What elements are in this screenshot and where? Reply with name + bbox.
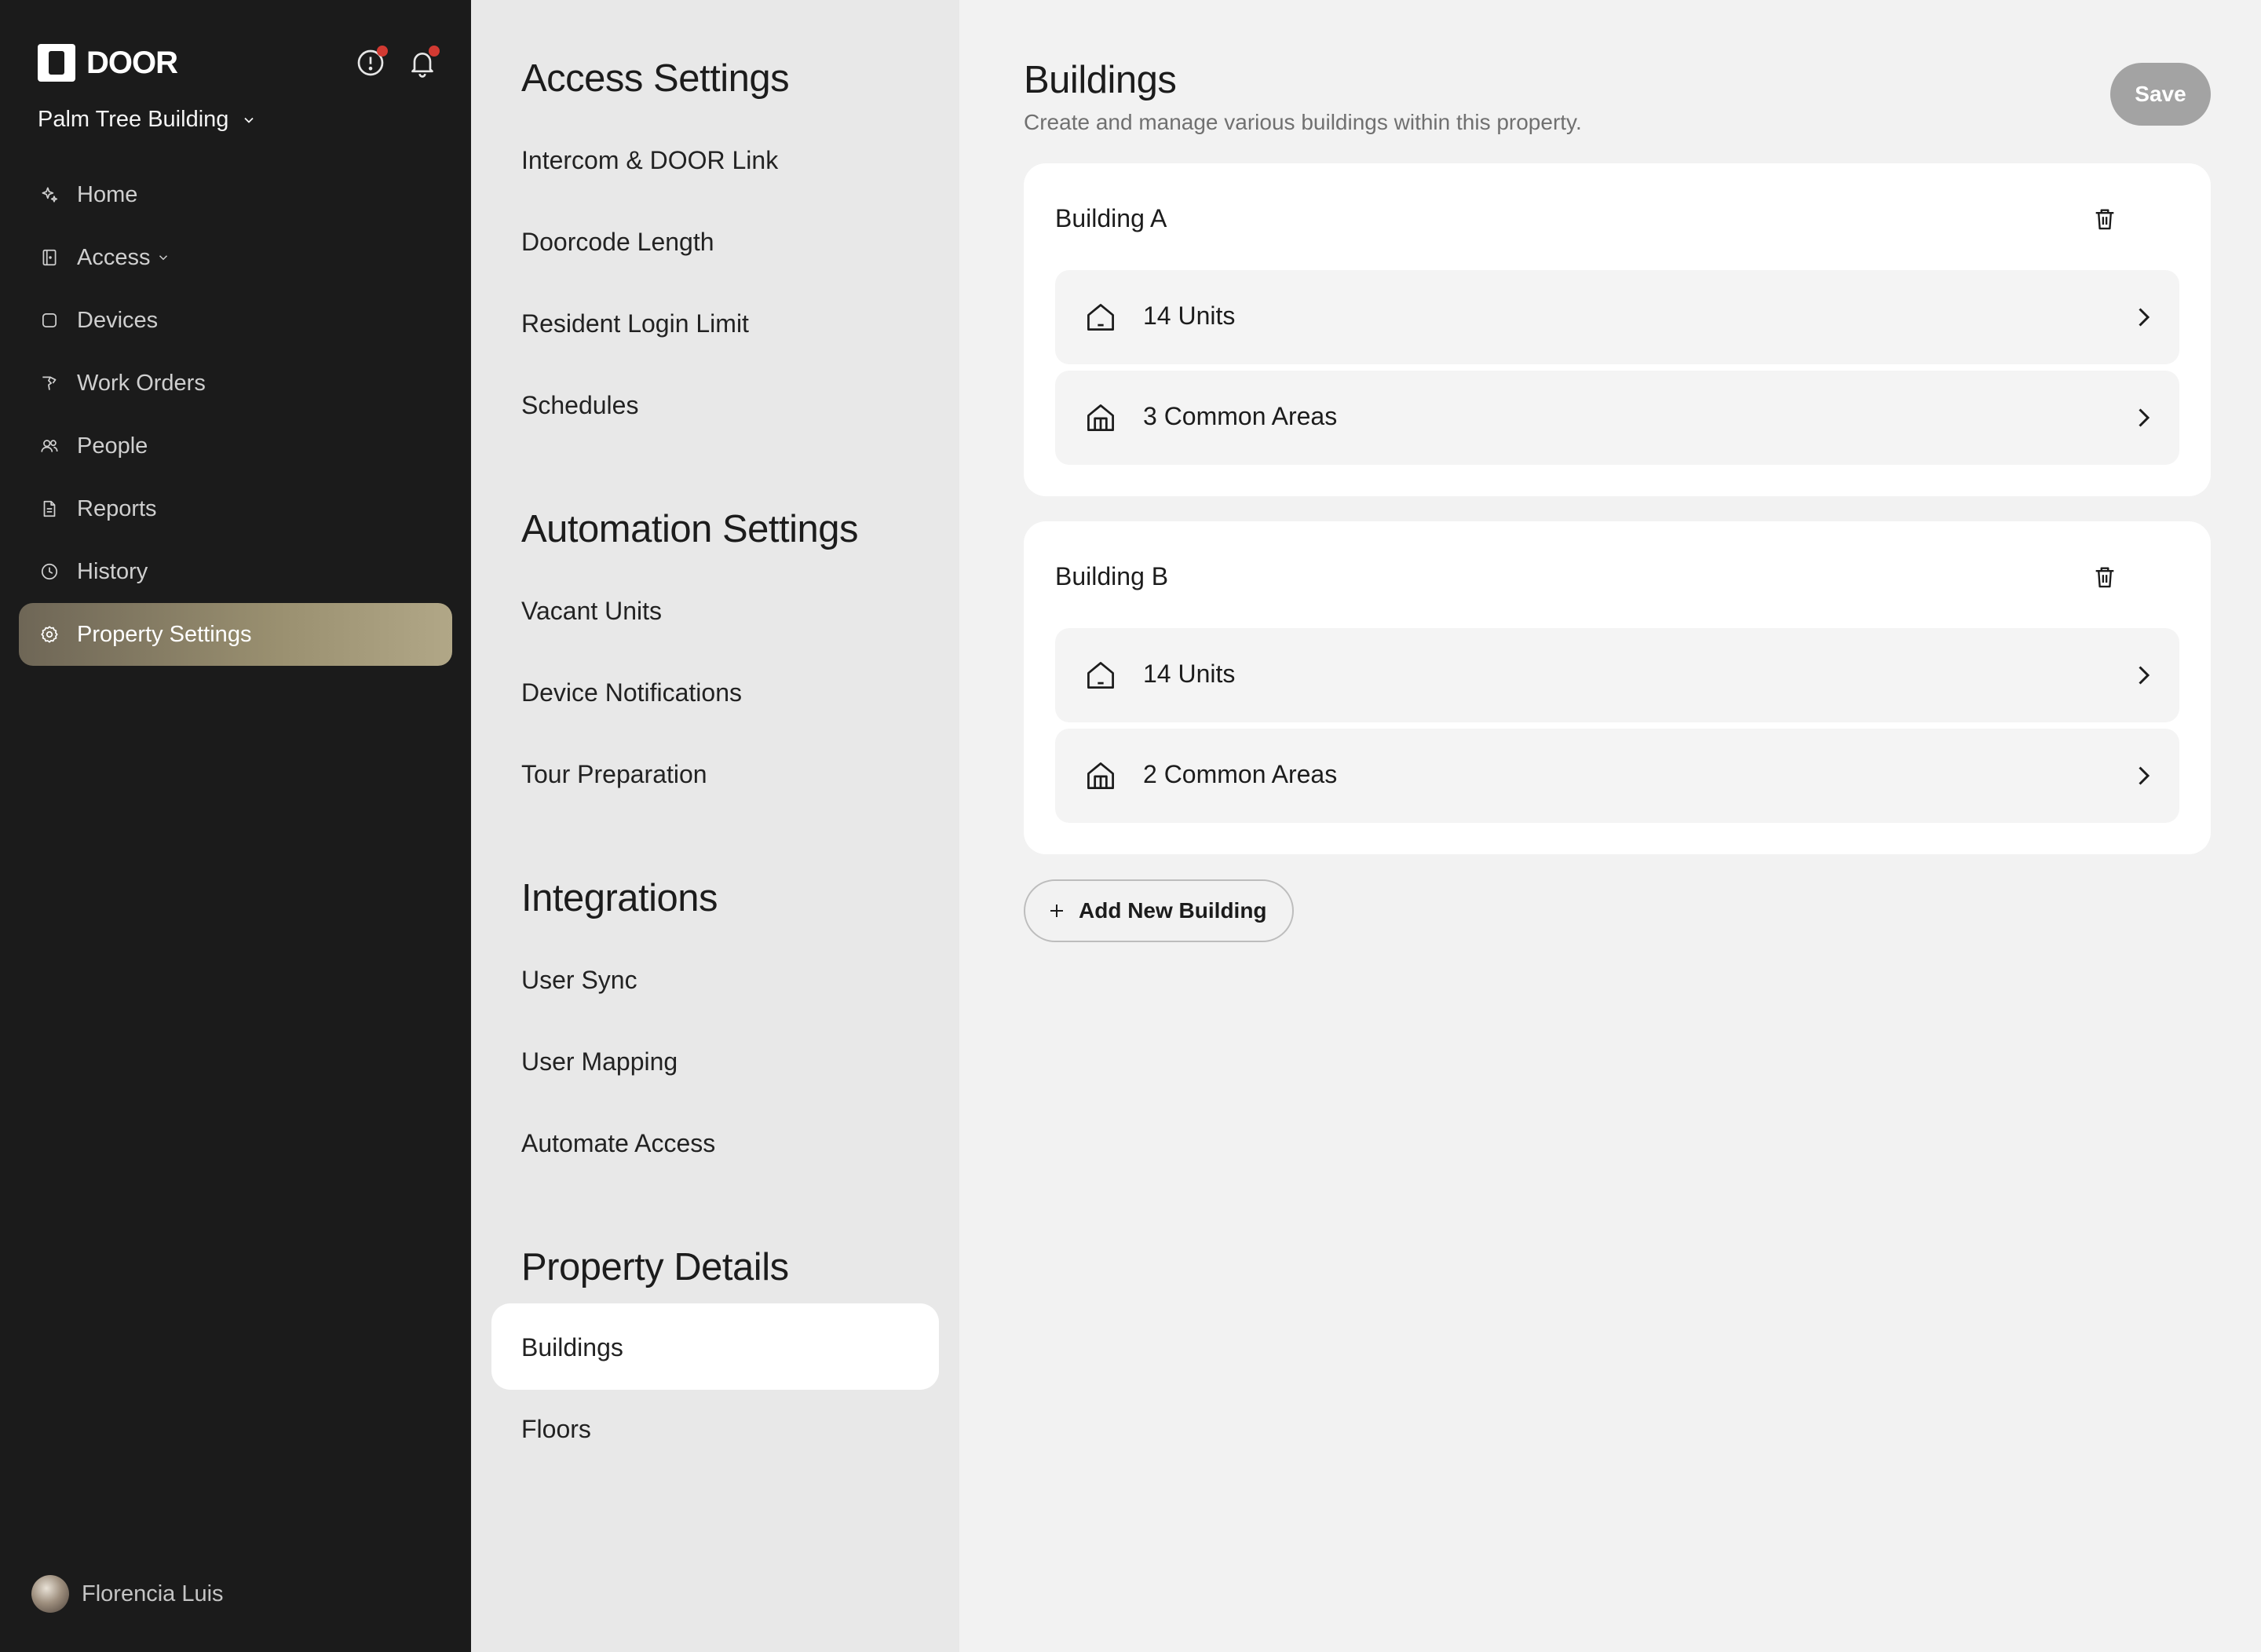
- settings-link-user-mapping[interactable]: User Mapping: [521, 1047, 678, 1076]
- nav-label: Work Orders: [77, 370, 206, 396]
- nav-item-property-settings[interactable]: Property Settings: [19, 603, 452, 666]
- building-card: Building A 14 Units 3 Common Areas: [1024, 163, 2211, 496]
- nav-item-devices[interactable]: Devices: [19, 289, 452, 352]
- settings-nav: Access Settings Intercom & DOOR Link Doo…: [471, 0, 959, 1652]
- row-label: 14 Units: [1143, 660, 1236, 688]
- settings-link-device-notifications[interactable]: Device Notifications: [521, 678, 742, 707]
- notification-dot: [429, 46, 440, 57]
- plus-icon: [1050, 905, 1063, 917]
- clock-icon: [39, 561, 60, 582]
- sidebar: DOOR Palm Tree Building Home Access Devi…: [0, 0, 471, 1652]
- settings-link-user-sync[interactable]: User Sync: [521, 966, 637, 995]
- avatar: [31, 1575, 69, 1613]
- door-logo-icon: [38, 44, 75, 82]
- nav-label: Reports: [77, 495, 157, 521]
- chevron-right-icon: [2129, 661, 2157, 689]
- common-areas-row[interactable]: 2 Common Areas: [1055, 729, 2179, 823]
- row-label: 14 Units: [1143, 302, 1236, 330]
- alert-icon[interactable]: [355, 46, 388, 79]
- brand[interactable]: DOOR: [38, 44, 178, 82]
- chevron-right-icon: [2129, 404, 2157, 432]
- trash-icon[interactable]: [2091, 206, 2118, 232]
- row-label: 3 Common Areas: [1143, 402, 1338, 430]
- device-icon: [39, 310, 60, 331]
- main-nav: Home Access Devices Work Orders People R…: [19, 163, 452, 666]
- settings-link-resident-login-limit[interactable]: Resident Login Limit: [521, 309, 749, 338]
- main-panel: Buildings Create and manage various buil…: [959, 0, 2261, 1652]
- nav-item-history[interactable]: History: [19, 540, 452, 603]
- brand-name: DOOR: [86, 45, 178, 80]
- settings-link-buildings[interactable]: Buildings: [521, 1333, 623, 1362]
- page-subtitle: Create and manage various buildings with…: [1024, 110, 1582, 134]
- bell-icon[interactable]: [407, 46, 440, 79]
- nav-item-access[interactable]: Access: [19, 226, 452, 289]
- building-name: Building A: [1055, 204, 1167, 232]
- nav-item-reports[interactable]: Reports: [19, 477, 452, 540]
- user-profile[interactable]: Florencia Luis: [31, 1575, 224, 1613]
- building-icon: [1083, 758, 1118, 793]
- page-title: Buildings: [1024, 59, 1177, 101]
- add-new-building-button[interactable]: Add New Building: [1024, 879, 1294, 942]
- people-icon: [39, 436, 60, 456]
- building-icon: [1083, 400, 1118, 435]
- nav-label: Property Settings: [77, 621, 252, 647]
- property-name: Palm Tree Building: [38, 107, 229, 132]
- house-icon: [1083, 300, 1118, 334]
- nav-item-work-orders[interactable]: Work Orders: [19, 352, 452, 415]
- gear-icon: [39, 624, 60, 645]
- user-name: Florencia Luis: [82, 1581, 224, 1606]
- chevron-right-icon: [2129, 303, 2157, 331]
- nav-label: Home: [77, 181, 138, 207]
- row-label: 2 Common Areas: [1143, 760, 1338, 788]
- add-new-building-label: Add New Building: [1079, 898, 1267, 923]
- units-row[interactable]: 14 Units: [1055, 270, 2179, 364]
- settings-link-schedules[interactable]: Schedules: [521, 391, 638, 420]
- section-title-property-details: Property Details: [521, 1246, 789, 1288]
- nav-label: Access: [77, 244, 151, 270]
- settings-link-intercom[interactable]: Intercom & DOOR Link: [521, 146, 778, 175]
- section-title-automation-settings: Automation Settings: [521, 508, 859, 550]
- nav-label: Devices: [77, 307, 159, 333]
- building-card: Building B 14 Units 2 Common Areas: [1024, 521, 2211, 854]
- settings-link-doorcode-length[interactable]: Doorcode Length: [521, 228, 714, 257]
- nav-item-people[interactable]: People: [19, 415, 452, 477]
- save-button[interactable]: Save: [2110, 63, 2211, 126]
- chevron-down-icon: [244, 117, 254, 123]
- section-title-integrations: Integrations: [521, 877, 718, 919]
- notification-dot: [377, 46, 388, 57]
- building-name: Building B: [1055, 562, 1169, 590]
- nav-label: History: [77, 558, 148, 584]
- property-switcher[interactable]: Palm Tree Building: [38, 107, 257, 133]
- nav-label: People: [77, 433, 148, 459]
- sparkle-icon: [39, 185, 60, 205]
- settings-link-automate-access[interactable]: Automate Access: [521, 1129, 715, 1158]
- document-icon: [39, 499, 60, 519]
- section-title-access-settings: Access Settings: [521, 57, 790, 100]
- common-areas-row[interactable]: 3 Common Areas: [1055, 371, 2179, 465]
- settings-link-vacant-units[interactable]: Vacant Units: [521, 597, 662, 626]
- nav-item-home[interactable]: Home: [19, 163, 452, 226]
- settings-link-floors[interactable]: Floors: [521, 1415, 591, 1444]
- chevron-right-icon: [2129, 762, 2157, 790]
- chevron-down-icon: [159, 255, 168, 261]
- settings-link-tour-preparation[interactable]: Tour Preparation: [521, 760, 707, 789]
- door-icon: [39, 247, 60, 268]
- units-row[interactable]: 14 Units: [1055, 628, 2179, 722]
- wrench-icon: [39, 373, 60, 393]
- trash-icon[interactable]: [2091, 564, 2118, 590]
- house-icon: [1083, 658, 1118, 693]
